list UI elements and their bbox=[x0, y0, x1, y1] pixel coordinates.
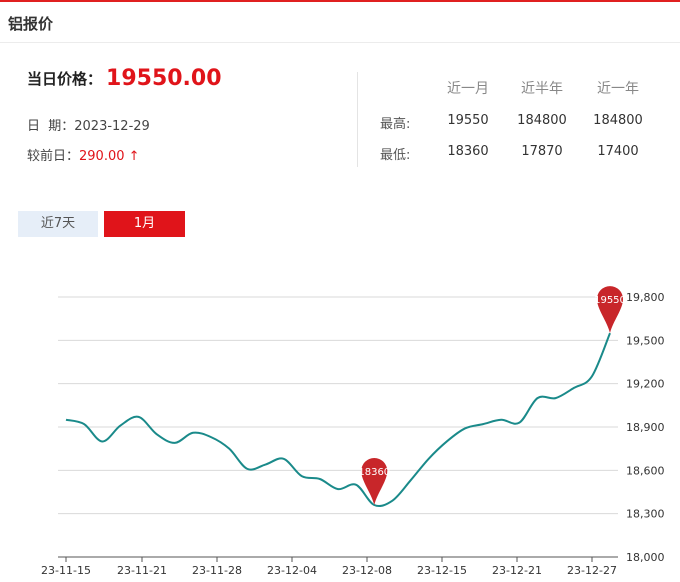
price-series-line bbox=[65, 332, 611, 508]
x-tick-label: 23-12-04 bbox=[267, 564, 317, 577]
x-tick-label: 23-11-15 bbox=[41, 564, 91, 577]
stats-header-row: 近一月 近半年 近一年 bbox=[380, 78, 670, 98]
stats-value: 17400 bbox=[597, 144, 639, 159]
current-price-label: 当日价格： bbox=[27, 70, 103, 88]
price-line-chart: 19,800 19,500 19,200 18,900 18,600 18,300 18,0… bbox=[41, 286, 665, 577]
stats-value: 18360 bbox=[447, 144, 489, 159]
y-tick-label: 18,600 bbox=[626, 464, 665, 477]
y-tick-label: 18,900 bbox=[626, 421, 665, 434]
x-tick-label: 23-12-21 bbox=[492, 564, 542, 577]
tab-7-days[interactable]: 近7天 bbox=[18, 211, 98, 237]
stats-header-month: 近一月 bbox=[447, 81, 489, 97]
y-tick-label: 19,200 bbox=[626, 378, 665, 391]
change-value: 290.00 ↑ bbox=[79, 149, 140, 164]
date-label: 日 期： bbox=[27, 119, 75, 134]
x-tick-label: 23-11-21 bbox=[117, 564, 167, 577]
panel-header: 铝报价 bbox=[0, 2, 680, 43]
x-tick-label: 23-12-15 bbox=[417, 564, 467, 577]
x-tick-label: 23-12-27 bbox=[567, 564, 617, 577]
stats-row-low: 最低: 18360 17870 17400 bbox=[380, 144, 670, 164]
x-tick-label: 23-11-28 bbox=[192, 564, 242, 577]
extreme-value-label: 18360 bbox=[358, 467, 390, 478]
stats-value: 184800 bbox=[593, 113, 643, 128]
current-price-value: 19550.00 bbox=[106, 66, 222, 91]
extreme-value-pin bbox=[597, 286, 623, 334]
tab-1-month[interactable]: 1月 bbox=[104, 211, 185, 237]
stats-row-label: 最低: bbox=[380, 148, 411, 163]
y-tick-label: 18,000 bbox=[626, 551, 665, 564]
stats-value: 184800 bbox=[517, 113, 567, 128]
y-tick-label: 19,500 bbox=[626, 334, 665, 347]
x-tick-label: 23-12-08 bbox=[342, 564, 392, 577]
stats-value: 19550 bbox=[447, 113, 489, 128]
date-row: 日 期：2023-12-29 bbox=[27, 115, 150, 134]
panel-title: 铝报价 bbox=[8, 15, 54, 33]
stats-header-half-year: 近半年 bbox=[521, 81, 563, 97]
y-tick-label: 18,300 bbox=[626, 508, 665, 521]
current-price-row: 当日价格： 19550.00 bbox=[27, 66, 222, 91]
stats-value: 17870 bbox=[521, 144, 563, 159]
stats-row-label: 最高: bbox=[380, 117, 411, 132]
change-row: 较前日：290.00 ↑ bbox=[27, 145, 140, 164]
date-value: 2023-12-29 bbox=[74, 119, 150, 134]
extreme-value-label: 19550 bbox=[594, 295, 626, 306]
stats-header-year: 近一年 bbox=[597, 81, 639, 97]
extreme-value-pin bbox=[361, 458, 388, 505]
change-label: 较前日： bbox=[27, 149, 80, 164]
vertical-divider bbox=[357, 72, 358, 167]
y-tick-label: 19,800 bbox=[626, 291, 665, 304]
stats-row-high: 最高: 19550 184800 184800 bbox=[380, 113, 670, 133]
